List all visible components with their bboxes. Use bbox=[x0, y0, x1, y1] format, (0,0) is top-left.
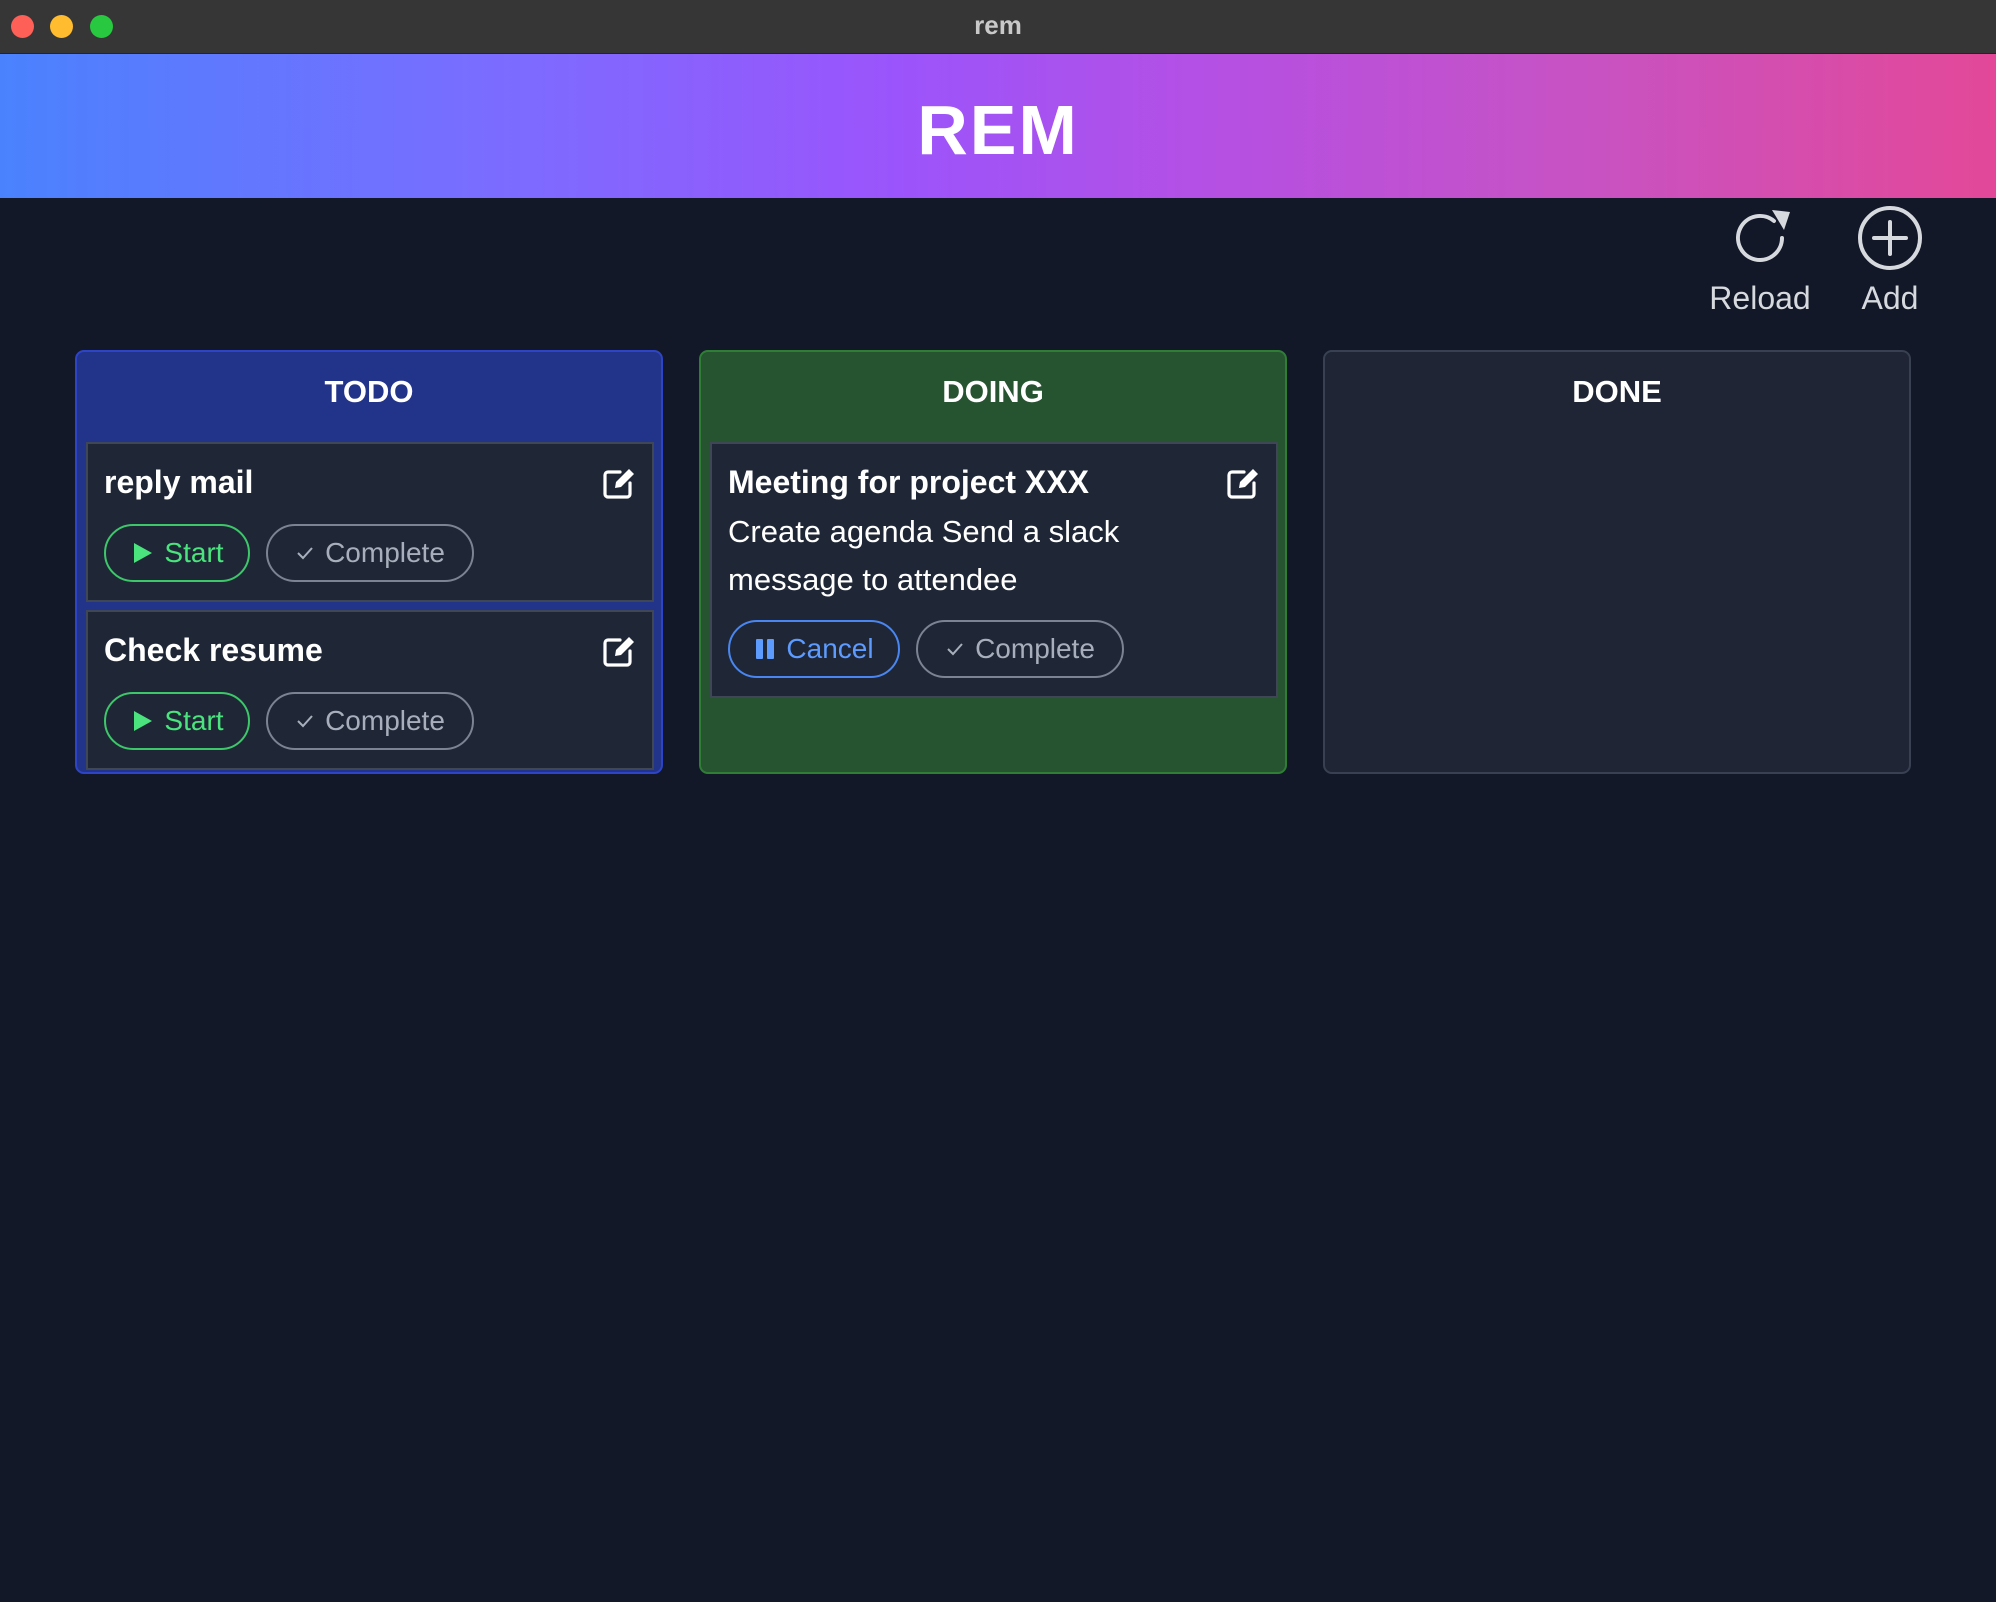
column-doing: DOING Meeting for project XXX Create age… bbox=[699, 350, 1287, 774]
edit-icon[interactable] bbox=[600, 634, 636, 670]
reload-icon bbox=[1736, 210, 1790, 262]
checkmark-icon bbox=[945, 639, 965, 659]
column-title: DOING bbox=[942, 374, 1044, 409]
complete-label: Complete bbox=[325, 705, 445, 736]
complete-button[interactable]: Complete bbox=[266, 524, 474, 582]
reload-button[interactable]: Reload bbox=[1705, 202, 1815, 317]
edit-icon[interactable] bbox=[600, 466, 636, 502]
add-button[interactable]: Add bbox=[1835, 202, 1945, 317]
checkmark-icon bbox=[295, 711, 315, 731]
add-icon bbox=[1858, 206, 1922, 270]
column-title: DONE bbox=[1572, 374, 1662, 409]
start-label: Start bbox=[164, 705, 224, 736]
play-icon bbox=[130, 541, 154, 565]
start-button[interactable]: Start bbox=[104, 524, 250, 582]
task-title: reply mail bbox=[104, 464, 254, 500]
cancel-button[interactable]: Cancel bbox=[728, 620, 900, 678]
play-icon bbox=[130, 709, 154, 733]
header-banner: REM bbox=[0, 54, 1996, 198]
edit-icon[interactable] bbox=[1224, 466, 1260, 502]
cancel-label: Cancel bbox=[786, 633, 874, 664]
task-title: Meeting for project XXX bbox=[728, 464, 1089, 500]
complete-button[interactable]: Complete bbox=[266, 692, 474, 750]
task-card[interactable]: Meeting for project XXX Create agenda Se… bbox=[710, 442, 1278, 698]
column-todo: TODO reply mail Start Complete Check res… bbox=[75, 350, 663, 774]
reload-label: Reload bbox=[1709, 280, 1811, 316]
task-description: Create agenda Send a slack message to at… bbox=[728, 514, 1120, 597]
column-title: TODO bbox=[324, 374, 414, 409]
start-label: Start bbox=[164, 537, 224, 568]
window-title: rem bbox=[974, 10, 1022, 40]
start-button[interactable]: Start bbox=[104, 692, 250, 750]
title-bar: rem bbox=[0, 0, 1996, 54]
task-card[interactable]: reply mail Start Complete bbox=[86, 442, 654, 602]
add-label: Add bbox=[1861, 280, 1919, 316]
app-window: rem REM Reload Add TODO reply mail Start… bbox=[0, 0, 1996, 1602]
column-done: DONE bbox=[1323, 350, 1911, 774]
complete-label: Complete bbox=[325, 537, 445, 568]
complete-label: Complete bbox=[975, 633, 1095, 664]
app-title: REM bbox=[917, 91, 1079, 169]
checkmark-icon bbox=[295, 543, 315, 563]
task-card[interactable]: Check resume Start Complete bbox=[86, 610, 654, 770]
complete-button[interactable]: Complete bbox=[916, 620, 1124, 678]
pause-icon bbox=[754, 637, 776, 661]
task-title: Check resume bbox=[104, 632, 323, 668]
